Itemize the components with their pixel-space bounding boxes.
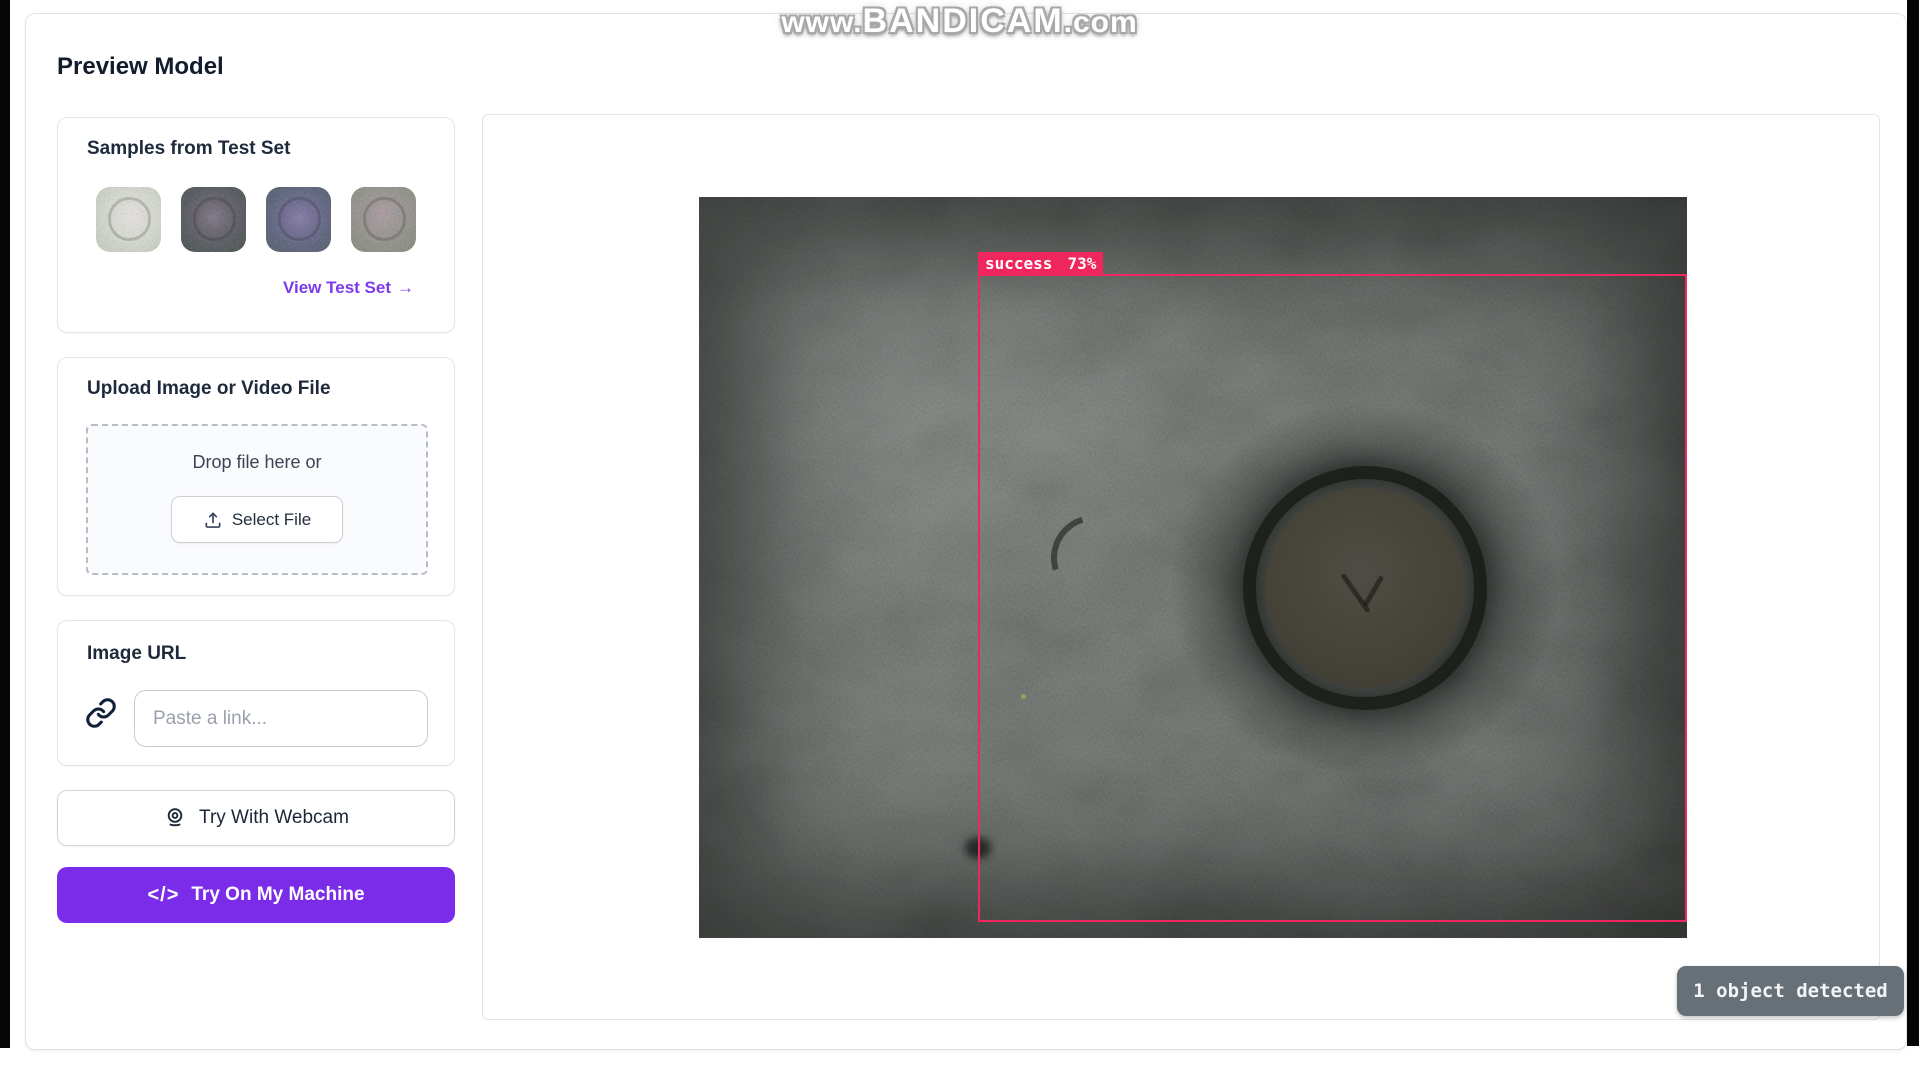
- test-set-thumbnail-2[interactable]: [181, 187, 246, 252]
- view-test-set-link[interactable]: View Test Set →: [283, 278, 414, 298]
- upload-title: Upload Image or Video File: [87, 378, 331, 400]
- sample-noise-texture: [351, 187, 416, 252]
- samples-title: Samples from Test Set: [87, 138, 290, 160]
- detection-label: success 73%: [978, 252, 1103, 275]
- webcam-icon: [163, 806, 187, 830]
- sample-noise-texture: [96, 187, 161, 252]
- select-file-button[interactable]: Select File: [171, 496, 343, 543]
- detection-confidence: 73%: [1067, 254, 1096, 273]
- arrow-right-icon: →: [397, 278, 414, 297]
- detection-class-name: success: [985, 254, 1052, 273]
- detection-bounding-box: [978, 274, 1687, 922]
- image-url-title: Image URL: [87, 643, 186, 665]
- dropzone-text: Drop file here or: [88, 452, 426, 473]
- upload-card: Upload Image or Video File Drop file her…: [57, 357, 455, 596]
- samples-card: Samples from Test Set View Test Set →: [57, 117, 455, 333]
- test-set-thumbnail-1[interactable]: [96, 187, 161, 252]
- code-icon: </>: [147, 884, 179, 907]
- page-title: Preview Model: [57, 53, 224, 81]
- select-file-label: Select File: [232, 510, 311, 530]
- file-dropzone[interactable]: Drop file here or Select File: [86, 424, 428, 575]
- screen-edge-left: [0, 0, 10, 1048]
- link-icon: [85, 697, 117, 729]
- screen-edge-right: [1907, 0, 1919, 1046]
- sample-noise-texture: [181, 187, 246, 252]
- upload-icon: [203, 510, 223, 530]
- view-test-set-label: View Test Set: [283, 278, 391, 297]
- webcam-button-label: Try With Webcam: [199, 807, 349, 829]
- try-with-webcam-button[interactable]: Try With Webcam: [57, 790, 455, 846]
- image-url-input[interactable]: [134, 690, 428, 747]
- try-on-my-machine-button[interactable]: </> Try On My Machine: [57, 867, 455, 923]
- objects-detected-badge: 1 object detected: [1677, 966, 1904, 1016]
- test-set-thumbnail-3[interactable]: [266, 187, 331, 252]
- image-url-card: Image URL: [57, 620, 455, 766]
- page: www.BANDICAM.com Preview Model Samples f…: [0, 0, 1919, 1079]
- sample-noise-texture: [266, 187, 331, 252]
- test-set-thumbnail-4[interactable]: [351, 187, 416, 252]
- machine-button-label: Try On My Machine: [191, 884, 364, 906]
- test-set-thumbnails: [96, 187, 416, 252]
